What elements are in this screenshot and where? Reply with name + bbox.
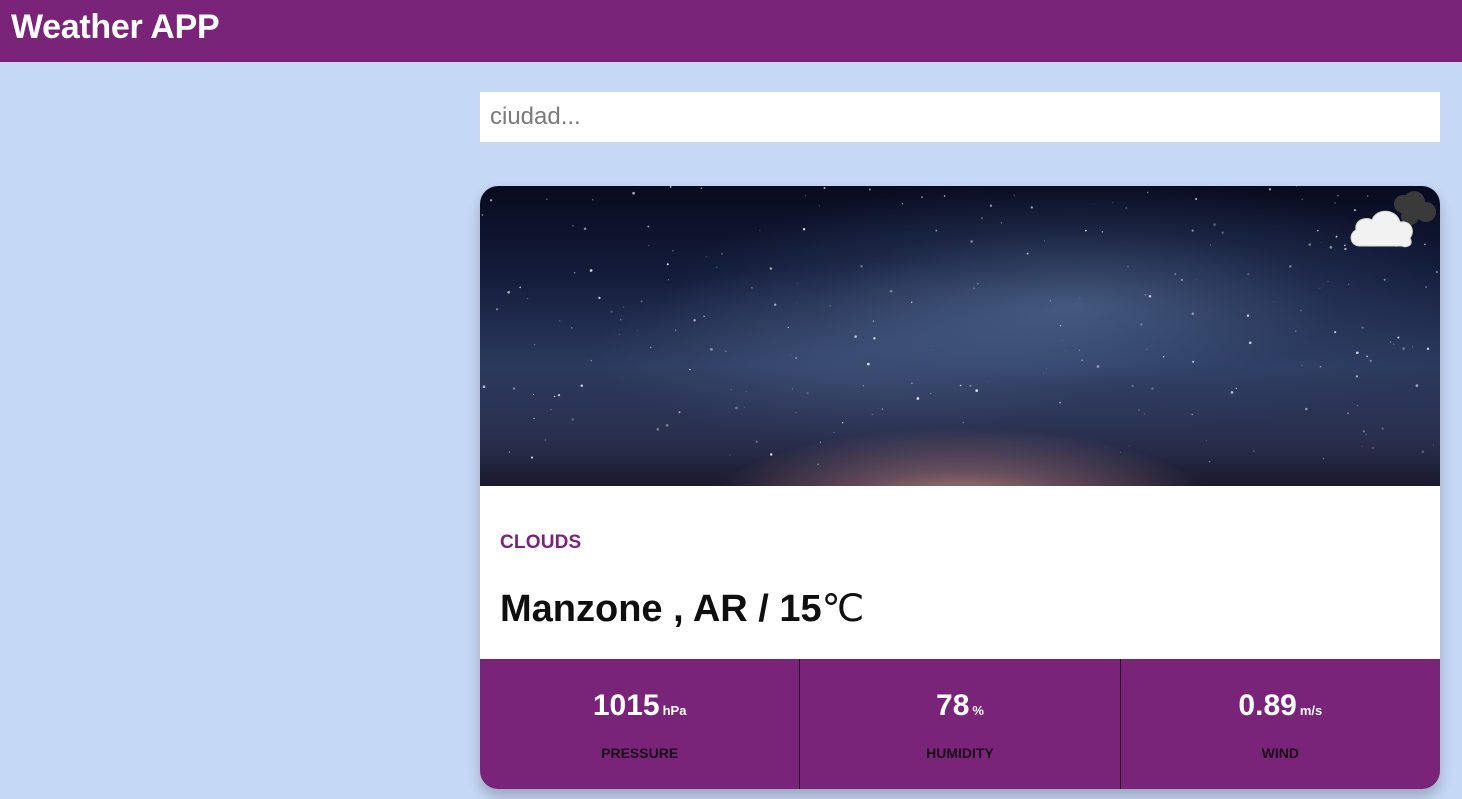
stars-decoration: [481, 186, 1438, 466]
pressure-label: PRESSURE: [601, 745, 679, 761]
humidity-label: HUMIDITY: [926, 745, 994, 761]
location-temperature: Manzone , AR / 15℃: [500, 586, 864, 631]
stat-value: 0.89 m/s: [1121, 689, 1440, 723]
app-title: Weather APP: [11, 8, 220, 46]
humidity-value: 78: [936, 689, 970, 722]
wind-unit: m/s: [1299, 703, 1323, 718]
pressure-unit: hPa: [662, 703, 687, 718]
weather-card: CLOUDS Manzone , AR / 15℃ 1015 hPa PRESSU…: [480, 186, 1440, 789]
humidity-unit: %: [972, 703, 984, 718]
stat-pressure: 1015 hPa PRESSURE: [480, 659, 801, 789]
stat-value: 78%: [800, 689, 1119, 723]
stat-value: 1015 hPa: [480, 689, 799, 723]
pressure-value: 1015: [592, 689, 660, 722]
app-header: Weather APP: [0, 0, 1462, 62]
clouds-icon: [1350, 191, 1436, 248]
location-text: Manzone , AR / 15: [500, 588, 822, 630]
night-sky-image: [480, 186, 1440, 486]
stat-wind: 0.89 m/s WIND: [1121, 659, 1440, 789]
stat-humidity: 78% HUMIDITY: [800, 659, 1121, 789]
temperature-unit: ℃: [821, 588, 865, 630]
city-search-input[interactable]: [480, 92, 1440, 144]
weather-description: CLOUDS: [500, 532, 582, 553]
wind-value: 0.89: [1238, 689, 1297, 722]
weather-stats: 1015 hPa PRESSURE 78% HUMIDITY 0.89 m/s WI…: [480, 659, 1440, 789]
wind-label: WIND: [1261, 745, 1299, 761]
